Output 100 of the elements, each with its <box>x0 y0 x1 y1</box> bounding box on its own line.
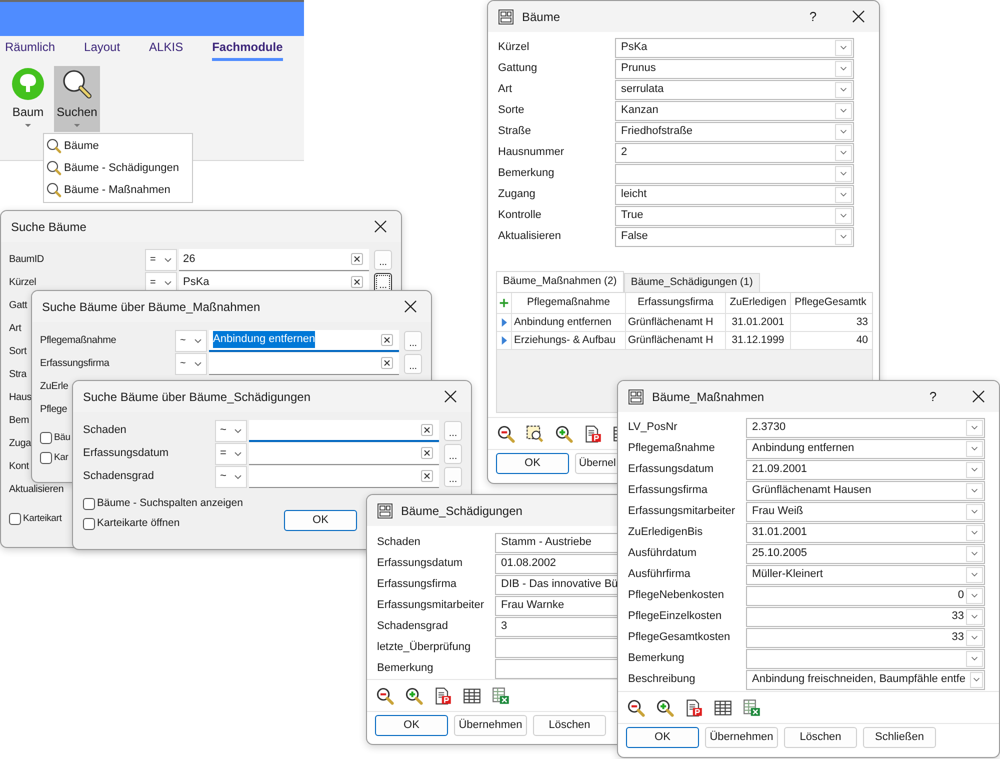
combo-field[interactable]: False <box>615 226 854 246</box>
ellipsis-button[interactable]: ... <box>404 330 422 350</box>
zoom-out-icon[interactable] <box>376 686 394 704</box>
operator-dropdown[interactable]: ~ <box>175 352 207 374</box>
input-field[interactable] <box>249 442 439 464</box>
column-header[interactable]: Pflegemaßnahme <box>511 293 625 313</box>
tab[interactable]: Bäume_Schädigungen (1) <box>624 273 760 292</box>
dialog-button[interactable]: OK <box>284 510 357 531</box>
table-icon[interactable] <box>463 686 481 704</box>
clear-icon[interactable] <box>381 334 393 346</box>
checkbox[interactable] <box>40 452 52 464</box>
zoom-out-icon[interactable] <box>627 698 645 716</box>
ribbon-button[interactable]: Baum <box>5 66 51 132</box>
combo-field[interactable]: Grünflächenamt Hausen <box>746 480 985 500</box>
input-field[interactable] <box>249 466 439 488</box>
zoom-region-icon[interactable] <box>526 424 544 442</box>
combo-field[interactable]: 31.01.2001 <box>746 522 985 542</box>
clear-icon[interactable] <box>351 276 363 288</box>
checkbox[interactable] <box>9 513 21 525</box>
combo-field[interactable]: Friedhofstraße <box>615 122 854 142</box>
operator-dropdown[interactable]: = <box>215 442 247 464</box>
ribbon-tab[interactable]: ALKIS <box>149 38 184 61</box>
ellipsis-button[interactable]: ... <box>444 444 462 464</box>
combo-field[interactable]: 2.3730 <box>746 418 985 438</box>
combo-field[interactable]: Anbindung entfernen <box>746 438 985 458</box>
clear-icon[interactable] <box>421 424 433 436</box>
close-icon[interactable] <box>852 10 865 23</box>
table-icon[interactable] <box>714 698 732 716</box>
combo-field[interactable]: 21.09.2001 <box>746 460 985 480</box>
tab[interactable]: Bäume_Maßnahmen (2) <box>496 271 624 292</box>
help-button[interactable]: ? <box>926 386 940 406</box>
ellipsis-button[interactable]: ... <box>374 272 392 292</box>
combo-field[interactable]: PsKa <box>615 38 854 58</box>
checkbox[interactable] <box>83 518 95 530</box>
combo-field[interactable]: serrulata <box>615 80 854 100</box>
dialog-button[interactable]: Übernehmen <box>705 727 778 748</box>
input-field[interactable]: 26 <box>179 248 369 270</box>
zoom-in-icon[interactable] <box>656 698 674 716</box>
combo-field[interactable] <box>615 164 854 184</box>
operator-dropdown[interactable]: ~ <box>215 420 247 442</box>
combo-field[interactable] <box>746 648 985 668</box>
ribbon-tab[interactable]: Räumlich <box>5 38 56 61</box>
spreadsheet-icon[interactable] <box>492 686 510 704</box>
spreadsheet-icon[interactable] <box>743 698 761 716</box>
operator-dropdown[interactable]: ~ <box>175 330 207 352</box>
close-icon[interactable] <box>444 390 457 403</box>
zoom-in-icon[interactable] <box>555 424 573 442</box>
combo-field[interactable]: Prunus <box>615 58 854 78</box>
pdf-icon[interactable] <box>685 698 703 716</box>
combo-field[interactable]: 25.10.2005 <box>746 544 985 564</box>
dialog-button[interactable]: OK <box>375 715 448 736</box>
clear-icon[interactable] <box>351 253 363 265</box>
menu-item[interactable]: Bäume <box>44 135 192 157</box>
ellipsis-button[interactable]: ... <box>404 354 422 374</box>
clear-icon[interactable] <box>421 470 433 482</box>
checkbox[interactable] <box>83 498 95 510</box>
ellipsis-button[interactable]: ... <box>444 420 462 440</box>
dialog-button[interactable]: Löschen <box>533 715 606 736</box>
combo-field[interactable]: 2 <box>615 142 854 162</box>
combo-field[interactable]: Kanzan <box>615 100 854 120</box>
combo-field[interactable]: 0 <box>746 586 985 606</box>
help-button[interactable]: ? <box>806 6 820 26</box>
operator-dropdown[interactable]: ~ <box>215 466 247 488</box>
input-field[interactable] <box>209 352 399 374</box>
zoom-in-icon[interactable] <box>405 686 423 704</box>
clear-icon[interactable] <box>381 357 393 369</box>
input-field[interactable]: Anbindung entfernen <box>209 330 399 352</box>
close-icon[interactable] <box>374 220 387 233</box>
combo-field[interactable]: 33 <box>746 628 985 648</box>
add-icon[interactable] <box>499 298 509 308</box>
dialog-button[interactable]: Schließen <box>863 727 936 748</box>
combo-field[interactable]: Müller-Kleinert <box>746 564 985 584</box>
ellipsis-button[interactable]: ... <box>374 250 392 270</box>
ribbon-tab[interactable]: Fachmodule <box>212 38 283 61</box>
zoom-out-icon[interactable] <box>497 424 515 442</box>
ribbon-tab[interactable]: Layout <box>84 38 120 61</box>
column-header[interactable]: Erfassungsfirma <box>625 293 725 313</box>
dialog-button[interactable]: OK <box>496 453 569 474</box>
clear-icon[interactable] <box>421 447 433 459</box>
column-header[interactable]: ZuErledigen <box>725 293 790 313</box>
menu-item[interactable]: Bäume - Schädigungen <box>44 157 192 179</box>
menu-item[interactable]: Bäume - Maßnahmen <box>44 179 192 201</box>
dialog-button[interactable]: Übernehmen <box>454 715 527 736</box>
ellipsis-button[interactable]: ... <box>444 466 462 486</box>
combo-field[interactable]: Frau Weiß <box>746 502 985 522</box>
column-header[interactable]: PflegeGesamtk <box>790 293 870 313</box>
close-icon[interactable] <box>972 390 985 403</box>
dialog-button[interactable]: Löschen <box>784 727 857 748</box>
pdf-icon[interactable] <box>434 686 452 704</box>
combo-field[interactable]: 33 <box>746 606 985 626</box>
checkbox[interactable] <box>40 432 52 444</box>
ribbon-button[interactable]: Suchen <box>54 66 100 132</box>
dialog-button[interactable]: OK <box>626 727 699 748</box>
combo-field[interactable]: Anbindung freischneiden, Baumpfähle entfe <box>746 670 985 690</box>
combo-field[interactable]: leicht <box>615 184 854 204</box>
input-field[interactable] <box>249 420 439 442</box>
pdf-icon[interactable] <box>584 424 602 442</box>
close-icon[interactable] <box>404 300 417 313</box>
combo-field[interactable]: True <box>615 206 854 226</box>
operator-dropdown[interactable]: = <box>145 248 177 270</box>
